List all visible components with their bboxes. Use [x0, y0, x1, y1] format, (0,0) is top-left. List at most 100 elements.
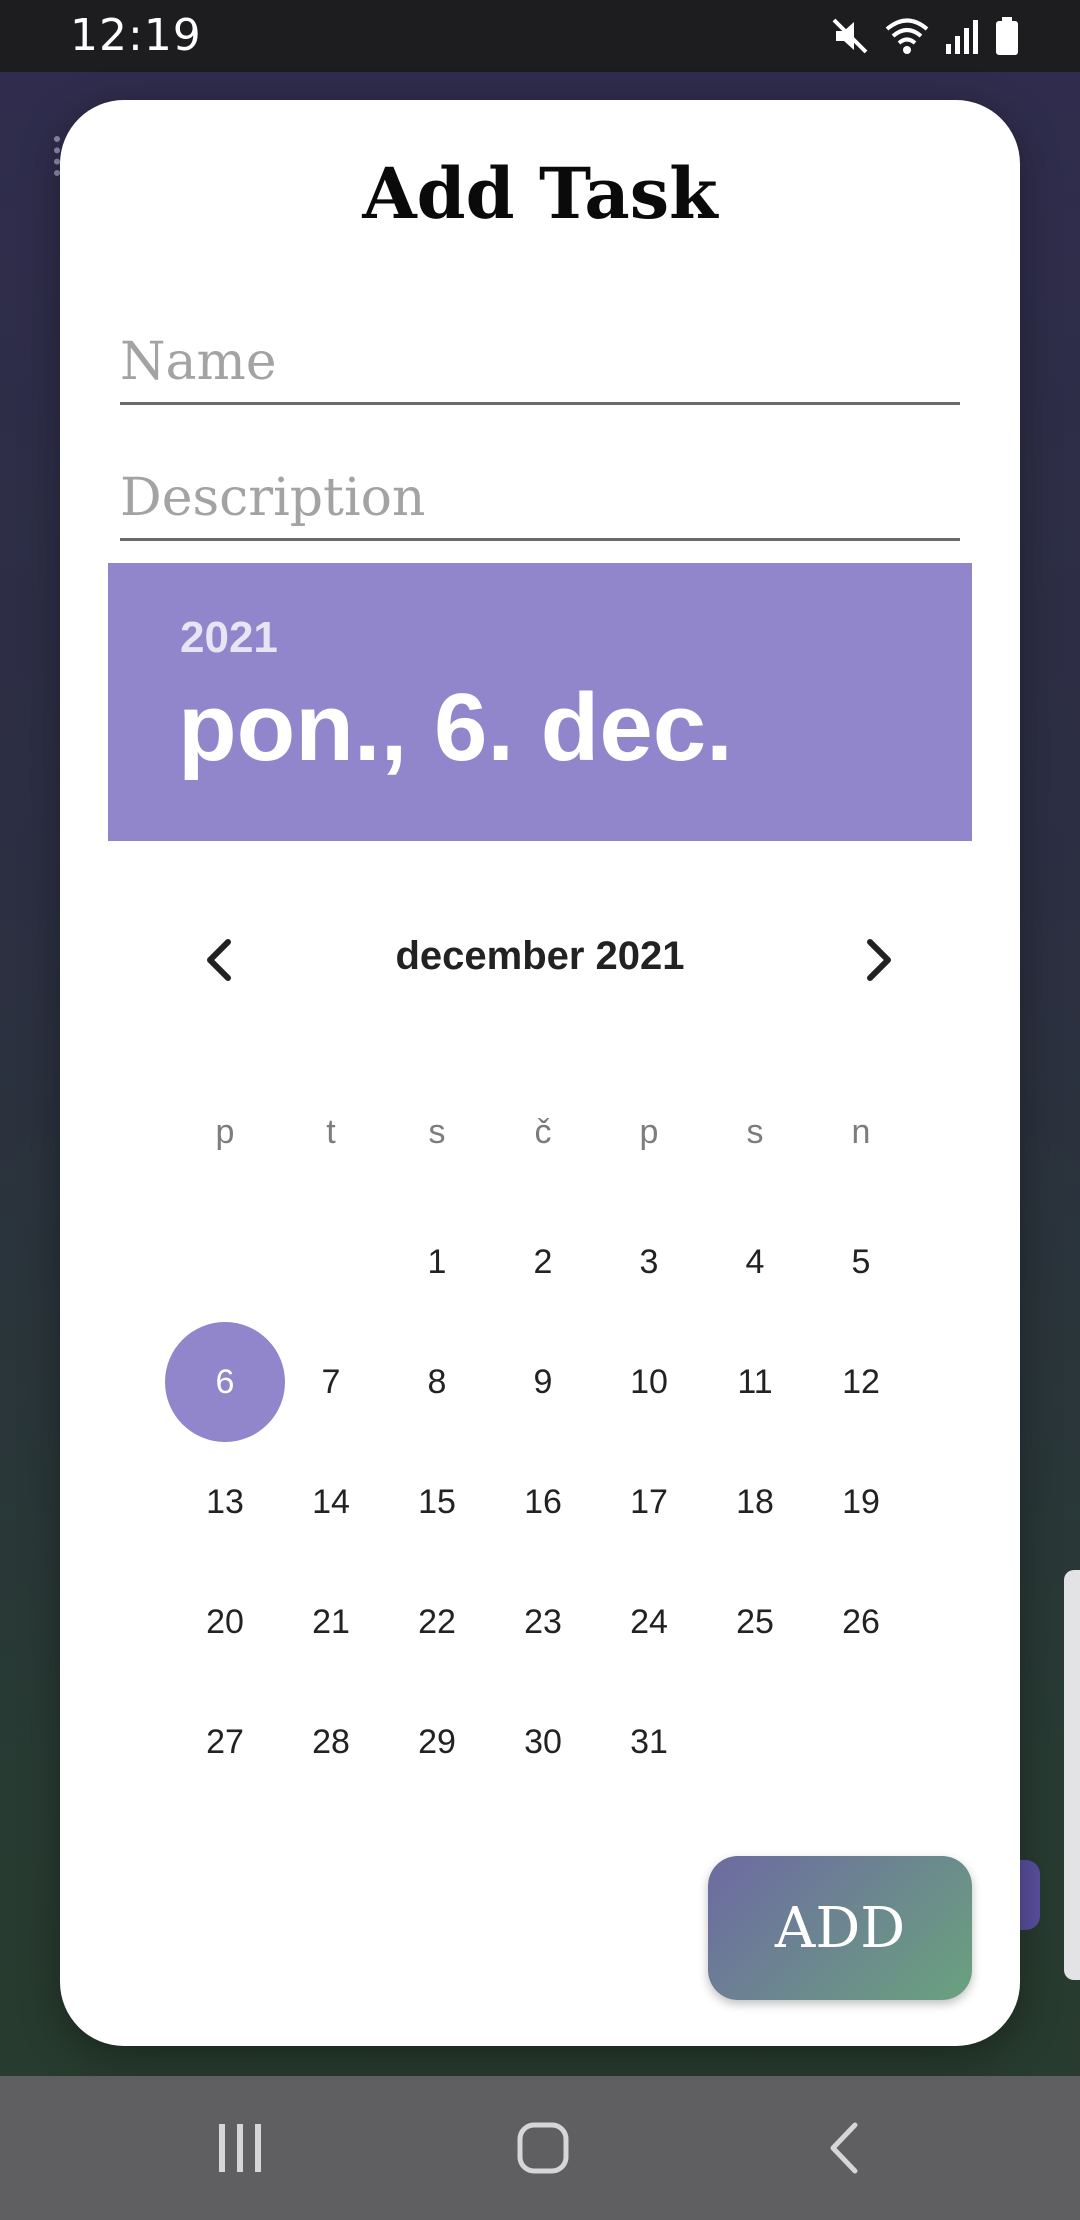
calendar-day[interactable]: 3: [596, 1202, 702, 1322]
weekday-header-row: p t s č p s n: [172, 1082, 914, 1182]
year-label[interactable]: 2021: [180, 613, 278, 663]
calendar-day[interactable]: 9: [490, 1322, 596, 1442]
wifi-icon: [884, 16, 930, 56]
next-month-button[interactable]: [838, 920, 918, 1000]
calendar-day[interactable]: 28: [278, 1682, 384, 1802]
calendar-day[interactable]: 15: [384, 1442, 490, 1562]
calendar-day-number: 28: [312, 1723, 350, 1761]
calendar-day-number: 11: [737, 1363, 773, 1401]
calendar-day-number: 2: [533, 1243, 553, 1281]
calendar-day[interactable]: 11: [702, 1322, 808, 1442]
calendar-month-nav: december 2021: [60, 910, 1020, 1010]
previous-month-button[interactable]: [180, 920, 260, 1000]
calendar-day-number: 25: [736, 1603, 774, 1641]
calendar-day-number: 13: [206, 1483, 244, 1521]
screen: 12:19 Add Task Name Description 2021 pon…: [0, 0, 1080, 2220]
calendar-day[interactable]: 2: [490, 1202, 596, 1322]
calendar-day[interactable]: 12: [808, 1322, 914, 1442]
calendar-week-row: 1 2 3 4 5: [172, 1202, 914, 1322]
weekday-label: č: [534, 1112, 552, 1151]
calendar-week-row: 20 21 22 23 24 25 26: [172, 1562, 914, 1682]
calendar-day[interactable]: 5: [808, 1202, 914, 1322]
calendar-day[interactable]: 30: [490, 1682, 596, 1802]
calendar-day-number: 27: [206, 1723, 244, 1761]
calendar-day[interactable]: 31: [596, 1682, 702, 1802]
back-icon: [830, 2122, 858, 2174]
calendar-day[interactable]: 14: [278, 1442, 384, 1562]
calendar-grid: p t s č p s n 1 2 3 4 5 6 7 8 9 10 11 12 13 14 15 16 17 1…: [165, 1082, 914, 1802]
status-bar: 12:19: [0, 0, 1080, 72]
calendar-day-number: 15: [418, 1483, 456, 1521]
calendar-day[interactable]: 18: [702, 1442, 808, 1562]
calendar-day-number: 18: [736, 1483, 774, 1521]
weekday-label: p: [639, 1112, 659, 1151]
add-button[interactable]: ADD: [708, 1856, 972, 2000]
calendar-day[interactable]: 13: [172, 1442, 278, 1562]
home-button[interactable]: [503, 2116, 583, 2180]
back-button[interactable]: [805, 2116, 885, 2180]
calendar-day[interactable]: 22: [384, 1562, 490, 1682]
battery-icon: [994, 16, 1020, 56]
calendar-day[interactable]: 24: [596, 1562, 702, 1682]
calendar-day-number: 7: [321, 1363, 341, 1401]
calendar-day-number: 24: [630, 1603, 668, 1641]
calendar-day-number: 20: [206, 1603, 244, 1641]
calendar-day-selected[interactable]: 6: [165, 1322, 285, 1442]
calendar-day-number: 23: [524, 1603, 562, 1641]
calendar-day[interactable]: 29: [384, 1682, 490, 1802]
calendar-day-number: 29: [418, 1723, 456, 1761]
selected-date-label: pon., 6. dec.: [178, 674, 733, 781]
calendar-day-number: 5: [851, 1243, 871, 1281]
calendar-day-number: 6: [215, 1363, 235, 1401]
calendar-day[interactable]: 20: [172, 1562, 278, 1682]
calendar-day-number: 26: [842, 1603, 880, 1641]
calendar-day[interactable]: 26: [808, 1562, 914, 1682]
calendar-day[interactable]: 19: [808, 1442, 914, 1562]
calendar-day-number: 4: [745, 1243, 765, 1281]
calendar-day[interactable]: 23: [490, 1562, 596, 1682]
calendar-day[interactable]: 7: [278, 1322, 384, 1442]
signal-icon: [944, 16, 980, 56]
date-picker-header: 2021 pon., 6. dec.: [108, 563, 972, 841]
calendar-day[interactable]: 4: [702, 1202, 808, 1322]
calendar-day-number: 19: [842, 1483, 880, 1521]
calendar-week-row: 6 7 8 9 10 11 12: [165, 1322, 914, 1442]
calendar-day-number: 3: [639, 1243, 659, 1281]
calendar-day[interactable]: 25: [702, 1562, 808, 1682]
weekday-label: p: [215, 1112, 235, 1151]
calendar-day[interactable]: 1: [384, 1202, 490, 1322]
description-input[interactable]: [120, 458, 960, 541]
calendar-day-number: 30: [524, 1723, 562, 1761]
calendar-day[interactable]: 17: [596, 1442, 702, 1562]
calendar-day-number: 31: [630, 1723, 668, 1761]
calendar-day-number: 14: [312, 1483, 350, 1521]
calendar-day-number: 8: [427, 1363, 447, 1401]
month-label: december 2021: [395, 934, 685, 978]
calendar-day-number: 12: [842, 1363, 880, 1401]
background-scroll-handle: [1064, 1570, 1080, 1980]
calendar-day[interactable]: 16: [490, 1442, 596, 1562]
chevron-right-icon: [867, 939, 891, 981]
calendar-day-number: 17: [630, 1483, 668, 1521]
navigation-bar: [0, 2076, 1080, 2220]
calendar-day[interactable]: 10: [596, 1322, 702, 1442]
calendar-day-number: 16: [524, 1483, 562, 1521]
calendar-week-row: 13 14 15 16 17 18 19: [172, 1442, 914, 1562]
status-icons: [830, 14, 1020, 58]
name-input[interactable]: [120, 322, 960, 405]
home-icon: [517, 2122, 569, 2174]
chevron-left-icon: [207, 939, 231, 981]
calendar-week-row: 27 28 29 30 31: [172, 1682, 914, 1802]
weekday-label: s: [746, 1112, 764, 1151]
calendar-day[interactable]: 8: [384, 1322, 490, 1442]
calendar-day[interactable]: 21: [278, 1562, 384, 1682]
calendar-day-number: 10: [630, 1363, 668, 1401]
calendar-day[interactable]: 27: [172, 1682, 278, 1802]
weekday-label: n: [851, 1112, 871, 1151]
add-task-dialog: Add Task 2021 pon., 6. dec. december 202…: [60, 100, 1020, 2046]
recent-apps-button[interactable]: [200, 2116, 280, 2180]
weekday-label: t: [326, 1112, 336, 1151]
calendar-day-number: 1: [427, 1243, 447, 1281]
recent-apps-icon: [219, 2124, 261, 2172]
calendar-empty-cell: [808, 1682, 914, 1802]
